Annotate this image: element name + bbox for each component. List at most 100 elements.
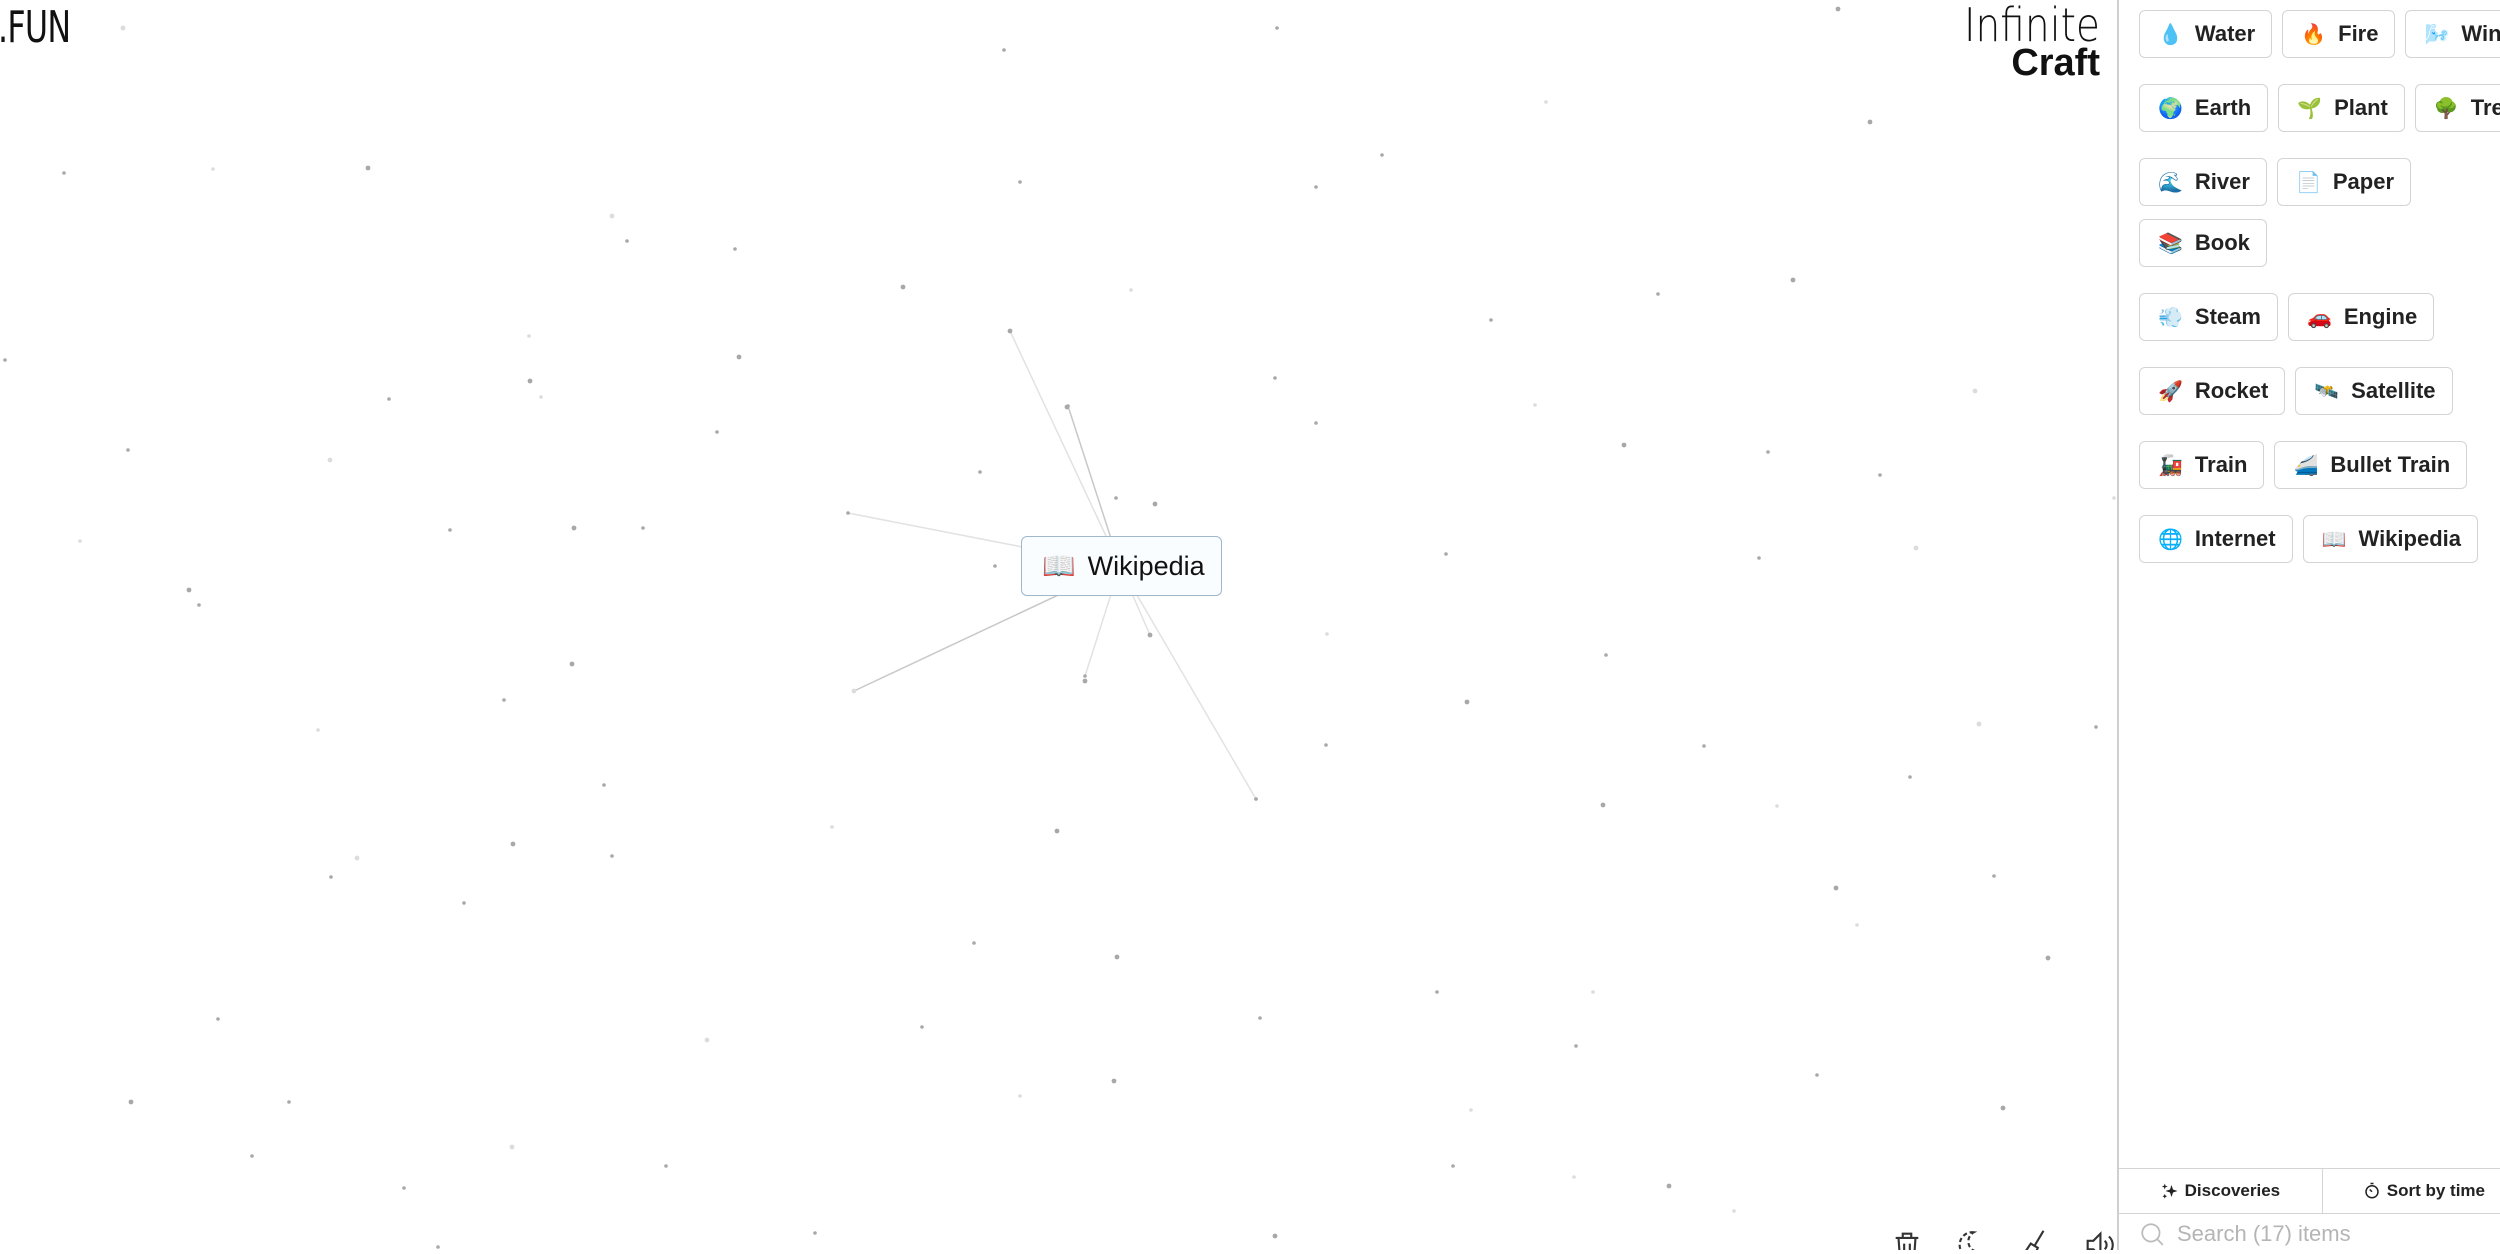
particle-dot	[610, 854, 614, 858]
sidebar-item-water[interactable]: 💧 Water	[2139, 10, 2273, 58]
particle-dot	[1018, 180, 1022, 184]
sidebar-item-satellite[interactable]: 🛰️ Satellite	[2295, 367, 2453, 415]
sidebar-item-train[interactable]: 🚂 Train	[2139, 441, 2265, 489]
particle-dot	[851, 688, 857, 694]
particle-dot	[1702, 744, 1706, 748]
sound-icon[interactable]	[2082, 1228, 2116, 1250]
particle-dot	[250, 1154, 254, 1158]
sidebar-item-tree[interactable]: 🌳 Tree	[2414, 84, 2500, 132]
canvas-item-label: Wikipedia	[1087, 550, 1205, 581]
particle-dot	[1066, 404, 1070, 408]
particle-dot	[365, 165, 371, 171]
item-label: Wikipedia	[2358, 526, 2462, 551]
particle-dot	[2094, 725, 2098, 729]
sort-label: Sort by time	[2386, 1181, 2486, 1200]
item-label: Plant	[2334, 95, 2388, 120]
sidebar-item-wind[interactable]: 🌬️ Wind	[2405, 10, 2500, 58]
particle-dot	[571, 525, 577, 531]
particle-dot	[1878, 473, 1882, 477]
particle-dot	[1464, 699, 1470, 705]
search-icon	[2141, 1223, 2164, 1246]
droplet-icon: 💧	[2158, 23, 2183, 46]
discoveries-button[interactable]: Discoveries	[2119, 1169, 2323, 1213]
particle-dot	[1732, 1209, 1736, 1213]
sidebar-item-paper[interactable]: 📄 Paper	[2276, 158, 2412, 206]
particle-dot	[1272, 1233, 1278, 1239]
particle-dot	[1054, 828, 1060, 834]
rocket-icon: 🚀	[2158, 380, 2183, 403]
sidebar-item-river[interactable]: 🌊 River	[2139, 158, 2267, 206]
particle-dot	[1129, 288, 1133, 292]
particle-dot	[539, 395, 543, 399]
sparkles-icon	[2161, 1183, 2178, 1199]
steam-icon: 💨	[2158, 306, 2183, 329]
crafting-canvas[interactable]: .FUN Infinite Craft 📖 Wikipedia	[0, 0, 2117, 1250]
brush-icon[interactable]	[2018, 1228, 2052, 1250]
particle-dot	[1469, 1108, 1473, 1112]
bottom-toolbar	[1890, 1228, 2116, 1250]
particle-dot	[402, 1186, 406, 1190]
particle-dot	[1451, 1164, 1455, 1168]
sidebar-item-rocket[interactable]: 🚀 Rocket	[2139, 367, 2286, 415]
sidebar-item-engine[interactable]: 🚗 Engine	[2287, 293, 2435, 341]
particle-dot	[2000, 1105, 2006, 1111]
particle-dot	[1380, 153, 1384, 157]
particle-dot	[62, 171, 66, 175]
search-input[interactable]	[2177, 1221, 2477, 1247]
open-book-icon: 📖	[2321, 528, 2347, 551]
seedling-icon: 🌱	[2297, 97, 2323, 120]
earth-globe-icon: 🌍	[2158, 97, 2183, 120]
particle-dot	[527, 334, 531, 338]
particle-dot	[128, 1099, 134, 1105]
sidebar-item-internet[interactable]: 🌐 Internet	[2139, 515, 2293, 563]
particle-dot	[1666, 1183, 1672, 1189]
sort-by-time-button[interactable]: Sort by time	[2323, 1169, 2500, 1213]
sidebar-bottom-bar: Discoveries Sort by time	[2119, 1168, 2500, 1214]
particle-dot	[569, 661, 575, 667]
item-label: Fire	[2338, 21, 2379, 46]
particle-dot	[448, 528, 452, 532]
particle-dot	[830, 825, 834, 829]
sidebar-item-plant[interactable]: 🌱 Plant	[2278, 84, 2405, 132]
particle-dot	[900, 284, 906, 290]
particle-dot	[211, 167, 215, 171]
particle-dot	[1444, 552, 1448, 556]
particle-dot	[1867, 119, 1873, 125]
particle-dot	[1775, 804, 1779, 808]
sidebar-item-book[interactable]: 📚 Book	[2139, 219, 2267, 267]
particle-dot	[1007, 328, 1013, 334]
particle-dot	[287, 1100, 291, 1104]
item-label: Earth	[2194, 95, 2252, 120]
sidebar-item-wikipedia[interactable]: 📖 Wikipedia	[2302, 515, 2478, 563]
particle-dot	[1572, 1175, 1576, 1179]
particle-dot	[1018, 1094, 1022, 1098]
item-label: Engine	[2343, 304, 2418, 329]
sidebar-item-fire[interactable]: 🔥 Fire	[2282, 10, 2396, 58]
particle-dot	[1324, 743, 1328, 747]
clear-trash-icon[interactable]	[1890, 1228, 1924, 1250]
particle-dot	[2045, 955, 2051, 961]
particle-dot	[602, 783, 606, 787]
sidebar-item-earth[interactable]: 🌍 Earth	[2139, 84, 2269, 132]
particle-dot	[972, 941, 976, 945]
particle-dot	[1591, 990, 1595, 994]
sidebar-item-bullet-train[interactable]: 🚄 Bullet Train	[2274, 441, 2468, 489]
canvas-item-wikipedia[interactable]: 📖 Wikipedia	[1021, 536, 1222, 596]
particle-dot	[1275, 26, 1279, 30]
particle-dot	[664, 1164, 668, 1168]
item-label: Tree	[2470, 95, 2500, 120]
sidebar-item-steam[interactable]: 💨 Steam	[2139, 293, 2278, 341]
particle-dot	[354, 855, 360, 861]
item-label: Rocket	[2194, 378, 2269, 403]
paper-icon: 📄	[2295, 171, 2321, 194]
dark-mode-icon[interactable]	[1954, 1228, 1988, 1250]
particle-dot	[1489, 318, 1493, 322]
infinite-craft-logo: Infinite Craft	[1940, 2, 2100, 82]
neal-fun-logo[interactable]: .FUN	[0, 2, 71, 53]
particle-dot	[1656, 292, 1660, 296]
particle-dot	[510, 841, 516, 847]
particle-dot	[2112, 496, 2116, 500]
particle-dot	[920, 1025, 924, 1029]
particle-dot	[78, 539, 82, 543]
particle-dot	[1314, 421, 1318, 425]
